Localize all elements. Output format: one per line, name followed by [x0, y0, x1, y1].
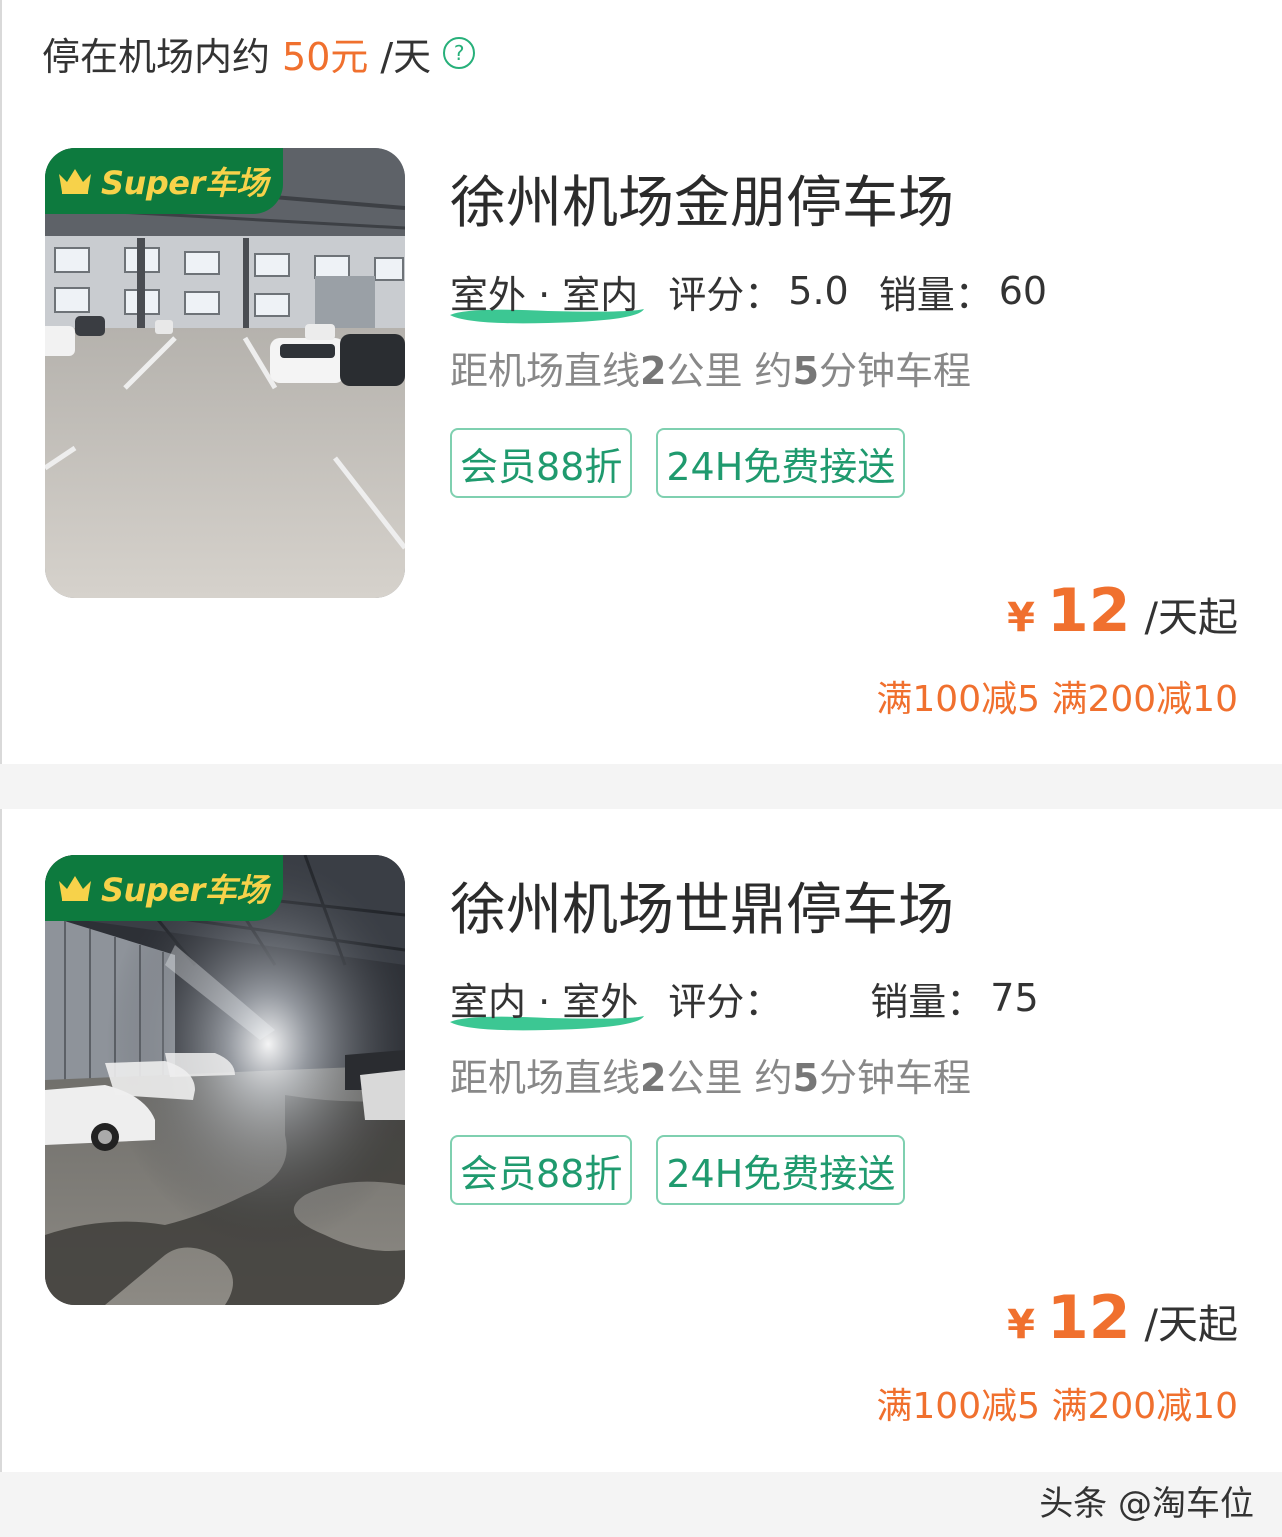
price-unit: /天起 [1144, 595, 1238, 641]
sales-value: 60 [998, 269, 1048, 313]
distance-minutes: 5 [792, 349, 820, 393]
watermark: 头条 @淘车位 [1039, 1484, 1254, 1524]
rating-label: 评分： [668, 272, 783, 317]
price-amount: 12 [1047, 1283, 1131, 1353]
parking-lot-meta: 室内 · 室外 评分： 销量： 75 [450, 971, 1039, 1030]
promo-discount: 满100减5 满200减10 [876, 679, 1238, 720]
distance-km: 2 [640, 349, 667, 393]
distance-suffix: 分钟车程 [819, 349, 972, 393]
rating-value: 5.0 [788, 269, 849, 313]
card-divider [0, 764, 1282, 809]
parking-lot-photo: Super车场 [45, 148, 405, 598]
airport-daily-price: 50元 [282, 34, 369, 79]
distance-mid: 公里 约 [666, 1056, 793, 1100]
distance-prefix: 距机场直线 [450, 1056, 641, 1100]
parking-lot-meta: 室外 · 室内 评分： 5.0 销量： 60 [450, 264, 1048, 323]
distance-minutes: 5 [792, 1056, 820, 1100]
distance-km: 2 [640, 1056, 667, 1100]
parking-type: 室内 · 室外 [450, 971, 644, 1030]
promo-discount: 满100减5 满200减10 [876, 1386, 1238, 1427]
parking-type: 室外 · 室内 [450, 264, 644, 323]
currency-symbol: ¥ [1007, 595, 1036, 641]
super-lot-badge-label: Super车场 [101, 164, 268, 202]
sales-label: 销量： [870, 979, 985, 1024]
parking-type-text: 室外 · 室内 [450, 272, 639, 317]
member-discount-tag: 会员88折 [450, 1135, 633, 1205]
daily-price: ¥ 12 /天起 [1007, 1283, 1238, 1353]
distance-prefix: 距机场直线 [450, 349, 641, 393]
question-circle-icon[interactable]: ? [443, 37, 476, 69]
header-prefix: 停在机场内约 [42, 34, 271, 79]
airport-distance: 距机场直线2公里 约5分钟车程 [450, 340, 971, 395]
header-unit: /天 [380, 34, 432, 79]
rating-label: 评分： [668, 979, 783, 1024]
sales-label: 销量： [878, 272, 993, 317]
parking-lot-card[interactable]: Super车场 徐州机场金朋停车场 室外 · 室内 评分： 5.0 销量： 60… [0, 148, 1282, 808]
crown-icon [59, 169, 91, 194]
free-shuttle-tag: 24H免费接送 [656, 428, 906, 498]
super-lot-badge: Super车场 [45, 148, 283, 214]
feature-tags: 会员88折 24H免费接送 [450, 428, 906, 498]
super-lot-badge: Super车场 [45, 855, 283, 921]
daily-price: ¥ 12 /天起 [1007, 576, 1238, 646]
parking-lot-card[interactable]: Super车场 徐州机场世鼎停车场 室内 · 室外 评分： 销量： 75 距机场… [0, 855, 1282, 1515]
super-lot-badge-label: Super车场 [101, 871, 268, 909]
currency-symbol: ¥ [1007, 1302, 1036, 1348]
member-discount-tag: 会员88折 [450, 428, 633, 498]
feature-tags: 会员88折 24H免费接送 [450, 1135, 906, 1205]
parking-lot-name[interactable]: 徐州机场世鼎停车场 [450, 865, 954, 946]
airport-distance: 距机场直线2公里 约5分钟车程 [450, 1047, 971, 1102]
free-shuttle-tag: 24H免费接送 [656, 1135, 906, 1205]
parking-type-text: 室内 · 室外 [450, 979, 639, 1024]
price-amount: 12 [1047, 576, 1131, 646]
parking-lot-photo: Super车场 [45, 855, 405, 1305]
parking-lot-name[interactable]: 徐州机场金朋停车场 [450, 158, 954, 239]
sales-value: 75 [990, 976, 1039, 1020]
distance-mid: 公里 约 [666, 349, 793, 393]
airport-parking-price-note: 停在机场内约 50元 /天 ? [42, 28, 476, 79]
crown-icon [59, 876, 91, 901]
price-unit: /天起 [1144, 1302, 1238, 1348]
distance-suffix: 分钟车程 [819, 1056, 972, 1100]
